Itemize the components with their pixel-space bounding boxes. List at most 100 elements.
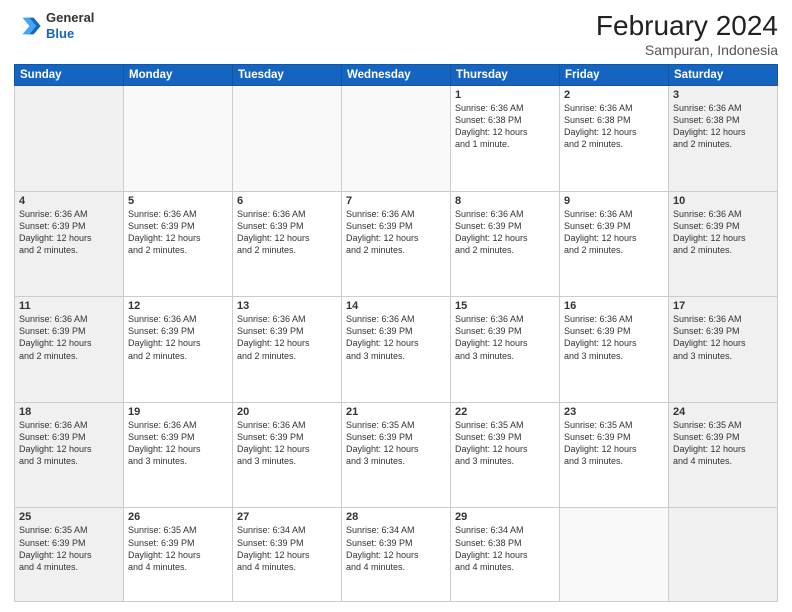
day-info: Sunrise: 6:36 AM Sunset: 6:39 PM Dayligh… (673, 313, 773, 362)
day-info: Sunrise: 6:36 AM Sunset: 6:39 PM Dayligh… (673, 208, 773, 257)
table-row: 26Sunrise: 6:35 AM Sunset: 6:39 PM Dayli… (124, 508, 233, 602)
day-info: Sunrise: 6:36 AM Sunset: 6:39 PM Dayligh… (128, 313, 228, 362)
day-info: Sunrise: 6:36 AM Sunset: 6:39 PM Dayligh… (19, 313, 119, 362)
table-row: 10Sunrise: 6:36 AM Sunset: 6:39 PM Dayli… (669, 191, 778, 297)
day-info: Sunrise: 6:36 AM Sunset: 6:39 PM Dayligh… (564, 208, 664, 257)
day-number: 16 (564, 300, 664, 312)
day-number: 20 (237, 406, 337, 418)
logo-text: General Blue (46, 10, 94, 41)
day-info: Sunrise: 6:36 AM Sunset: 6:39 PM Dayligh… (19, 208, 119, 257)
table-row (15, 86, 124, 192)
table-row: 3Sunrise: 6:36 AM Sunset: 6:38 PM Daylig… (669, 86, 778, 192)
table-row: 29Sunrise: 6:34 AM Sunset: 6:38 PM Dayli… (451, 508, 560, 602)
day-info: Sunrise: 6:34 AM Sunset: 6:39 PM Dayligh… (346, 524, 446, 573)
table-row: 21Sunrise: 6:35 AM Sunset: 6:39 PM Dayli… (342, 402, 451, 508)
week-row-2: 4Sunrise: 6:36 AM Sunset: 6:39 PM Daylig… (15, 191, 778, 297)
day-number: 28 (346, 511, 446, 523)
day-number: 7 (346, 195, 446, 207)
col-thursday: Thursday (451, 65, 560, 86)
logo-icon (14, 12, 42, 40)
logo-general: General (46, 10, 94, 26)
table-row: 16Sunrise: 6:36 AM Sunset: 6:39 PM Dayli… (560, 297, 669, 403)
table-row: 23Sunrise: 6:35 AM Sunset: 6:39 PM Dayli… (560, 402, 669, 508)
table-row: 9Sunrise: 6:36 AM Sunset: 6:39 PM Daylig… (560, 191, 669, 297)
day-number: 2 (564, 89, 664, 101)
table-row: 8Sunrise: 6:36 AM Sunset: 6:39 PM Daylig… (451, 191, 560, 297)
title-block: February 2024 Sampuran, Indonesia (596, 10, 778, 58)
day-number: 5 (128, 195, 228, 207)
table-row: 20Sunrise: 6:36 AM Sunset: 6:39 PM Dayli… (233, 402, 342, 508)
col-saturday: Saturday (669, 65, 778, 86)
header-row: Sunday Monday Tuesday Wednesday Thursday… (15, 65, 778, 86)
table-row: 19Sunrise: 6:36 AM Sunset: 6:39 PM Dayli… (124, 402, 233, 508)
day-info: Sunrise: 6:36 AM Sunset: 6:38 PM Dayligh… (455, 102, 555, 151)
table-row: 4Sunrise: 6:36 AM Sunset: 6:39 PM Daylig… (15, 191, 124, 297)
day-number: 9 (564, 195, 664, 207)
day-info: Sunrise: 6:36 AM Sunset: 6:39 PM Dayligh… (237, 313, 337, 362)
week-row-1: 1Sunrise: 6:36 AM Sunset: 6:38 PM Daylig… (15, 86, 778, 192)
col-friday: Friday (560, 65, 669, 86)
calendar-table: Sunday Monday Tuesday Wednesday Thursday… (14, 64, 778, 602)
day-info: Sunrise: 6:36 AM Sunset: 6:39 PM Dayligh… (128, 419, 228, 468)
table-row: 11Sunrise: 6:36 AM Sunset: 6:39 PM Dayli… (15, 297, 124, 403)
table-row (124, 86, 233, 192)
day-number: 13 (237, 300, 337, 312)
day-number: 17 (673, 300, 773, 312)
day-number: 23 (564, 406, 664, 418)
table-row: 7Sunrise: 6:36 AM Sunset: 6:39 PM Daylig… (342, 191, 451, 297)
table-row: 17Sunrise: 6:36 AM Sunset: 6:39 PM Dayli… (669, 297, 778, 403)
col-sunday: Sunday (15, 65, 124, 86)
day-info: Sunrise: 6:36 AM Sunset: 6:39 PM Dayligh… (455, 313, 555, 362)
day-number: 24 (673, 406, 773, 418)
day-number: 12 (128, 300, 228, 312)
day-info: Sunrise: 6:36 AM Sunset: 6:39 PM Dayligh… (237, 419, 337, 468)
table-row (342, 86, 451, 192)
table-row: 6Sunrise: 6:36 AM Sunset: 6:39 PM Daylig… (233, 191, 342, 297)
table-row: 12Sunrise: 6:36 AM Sunset: 6:39 PM Dayli… (124, 297, 233, 403)
day-info: Sunrise: 6:36 AM Sunset: 6:39 PM Dayligh… (19, 419, 119, 468)
col-wednesday: Wednesday (342, 65, 451, 86)
calendar-title: February 2024 (596, 10, 778, 42)
table-row (560, 508, 669, 602)
table-row: 15Sunrise: 6:36 AM Sunset: 6:39 PM Dayli… (451, 297, 560, 403)
day-number: 15 (455, 300, 555, 312)
calendar-subtitle: Sampuran, Indonesia (596, 42, 778, 58)
table-row: 22Sunrise: 6:35 AM Sunset: 6:39 PM Dayli… (451, 402, 560, 508)
day-info: Sunrise: 6:35 AM Sunset: 6:39 PM Dayligh… (673, 419, 773, 468)
table-row: 1Sunrise: 6:36 AM Sunset: 6:38 PM Daylig… (451, 86, 560, 192)
day-info: Sunrise: 6:35 AM Sunset: 6:39 PM Dayligh… (19, 524, 119, 573)
day-info: Sunrise: 6:36 AM Sunset: 6:39 PM Dayligh… (564, 313, 664, 362)
day-number: 25 (19, 511, 119, 523)
col-monday: Monday (124, 65, 233, 86)
week-row-5: 25Sunrise: 6:35 AM Sunset: 6:39 PM Dayli… (15, 508, 778, 602)
week-row-4: 18Sunrise: 6:36 AM Sunset: 6:39 PM Dayli… (15, 402, 778, 508)
day-info: Sunrise: 6:35 AM Sunset: 6:39 PM Dayligh… (346, 419, 446, 468)
day-number: 14 (346, 300, 446, 312)
day-number: 27 (237, 511, 337, 523)
header: General Blue February 2024 Sampuran, Ind… (14, 10, 778, 58)
table-row: 2Sunrise: 6:36 AM Sunset: 6:38 PM Daylig… (560, 86, 669, 192)
day-number: 22 (455, 406, 555, 418)
day-info: Sunrise: 6:36 AM Sunset: 6:39 PM Dayligh… (346, 313, 446, 362)
table-row: 24Sunrise: 6:35 AM Sunset: 6:39 PM Dayli… (669, 402, 778, 508)
table-row: 14Sunrise: 6:36 AM Sunset: 6:39 PM Dayli… (342, 297, 451, 403)
logo-blue: Blue (46, 26, 94, 42)
table-row (669, 508, 778, 602)
day-info: Sunrise: 6:36 AM Sunset: 6:39 PM Dayligh… (346, 208, 446, 257)
day-number: 21 (346, 406, 446, 418)
col-tuesday: Tuesday (233, 65, 342, 86)
table-row: 27Sunrise: 6:34 AM Sunset: 6:39 PM Dayli… (233, 508, 342, 602)
page: General Blue February 2024 Sampuran, Ind… (0, 0, 792, 612)
day-info: Sunrise: 6:34 AM Sunset: 6:39 PM Dayligh… (237, 524, 337, 573)
day-info: Sunrise: 6:36 AM Sunset: 6:39 PM Dayligh… (128, 208, 228, 257)
day-info: Sunrise: 6:36 AM Sunset: 6:38 PM Dayligh… (673, 102, 773, 151)
day-number: 4 (19, 195, 119, 207)
day-number: 3 (673, 89, 773, 101)
logo: General Blue (14, 10, 94, 41)
day-number: 19 (128, 406, 228, 418)
day-number: 29 (455, 511, 555, 523)
day-info: Sunrise: 6:36 AM Sunset: 6:39 PM Dayligh… (237, 208, 337, 257)
day-info: Sunrise: 6:35 AM Sunset: 6:39 PM Dayligh… (455, 419, 555, 468)
table-row: 5Sunrise: 6:36 AM Sunset: 6:39 PM Daylig… (124, 191, 233, 297)
table-row: 18Sunrise: 6:36 AM Sunset: 6:39 PM Dayli… (15, 402, 124, 508)
